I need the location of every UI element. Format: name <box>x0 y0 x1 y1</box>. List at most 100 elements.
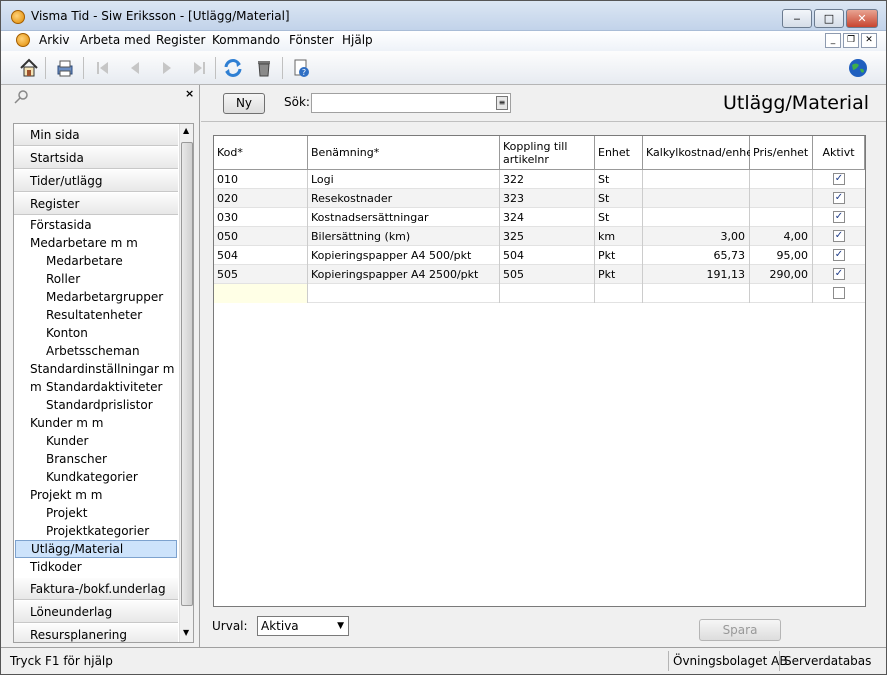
table-cell[interactable]: Bilersättning (km) <box>308 227 500 246</box>
home-icon[interactable] <box>17 56 41 80</box>
nav-item[interactable]: Kunder <box>14 432 178 450</box>
table-cell[interactable] <box>595 284 643 303</box>
panel-close-icon[interactable]: × <box>185 87 194 100</box>
search-input[interactable]: ≡ <box>311 93 511 113</box>
scroll-thumb[interactable] <box>181 142 193 606</box>
column-header[interactable]: Aktivt <box>813 136 865 170</box>
table-cell[interactable] <box>643 284 750 303</box>
help-doc-icon[interactable]: ? <box>289 56 313 80</box>
active-checkbox[interactable]: ✓ <box>833 211 845 223</box>
scroll-up-icon[interactable]: ▲ <box>183 126 189 135</box>
nav-item[interactable]: Konton <box>14 324 178 342</box>
table-cell[interactable]: 010 <box>214 170 308 189</box>
nav-item[interactable]: Min sida <box>14 124 178 146</box>
nav-item[interactable]: Medarbetare <box>14 252 178 270</box>
mdi-close-button[interactable]: ✕ <box>861 33 877 48</box>
nav-item[interactable]: Resultatenheter <box>14 306 178 324</box>
table-cell[interactable]: 322 <box>500 170 595 189</box>
active-checkbox[interactable]: ✓ <box>833 230 845 242</box>
menu-register[interactable]: Register <box>156 33 205 47</box>
nav-item[interactable]: Branscher <box>14 450 178 468</box>
minimize-button[interactable]: ‒ <box>782 9 812 28</box>
close-button[interactable]: ✕ <box>846 9 878 28</box>
table-cell[interactable] <box>750 189 813 208</box>
pin-icon[interactable] <box>13 89 29 108</box>
nav-item[interactable]: Förstasida <box>14 216 178 234</box>
nav-item[interactable]: Medarbetare m m <box>14 234 178 252</box>
active-checkbox[interactable]: ✓ <box>833 173 845 185</box>
nav-item[interactable]: Kunder m m <box>14 414 178 432</box>
active-checkbox[interactable]: ✓ <box>833 268 845 280</box>
last-icon[interactable] <box>187 56 211 80</box>
table-cell[interactable]: 191,13 <box>643 265 750 284</box>
table-cell[interactable]: 030 <box>214 208 308 227</box>
table-cell[interactable] <box>750 284 813 303</box>
table-cell[interactable]: 020 <box>214 189 308 208</box>
column-header[interactable]: Benämning* <box>308 136 500 170</box>
column-header[interactable]: Kod* <box>214 136 308 170</box>
next-icon[interactable] <box>155 56 179 80</box>
nav-item[interactable]: Startsida <box>14 147 178 169</box>
nav-item[interactable]: Löneunderlag <box>14 601 178 623</box>
prev-icon[interactable] <box>123 56 147 80</box>
table-cell[interactable]: Resekostnader <box>308 189 500 208</box>
table-cell[interactable] <box>643 189 750 208</box>
table-cell[interactable]: 3,00 <box>643 227 750 246</box>
table-cell[interactable]: 95,00 <box>750 246 813 265</box>
table-cell[interactable]: 505 <box>214 265 308 284</box>
delete-icon[interactable] <box>252 56 276 80</box>
menu-arbeta-med[interactable]: Arbeta med <box>80 33 151 47</box>
table-cell[interactable]: St <box>595 170 643 189</box>
table-cell[interactable]: Kopieringspapper A4 500/pkt <box>308 246 500 265</box>
mdi-minimize-button[interactable]: _ <box>825 33 841 48</box>
refresh-icon[interactable] <box>221 56 245 80</box>
table-cell[interactable]: St <box>595 189 643 208</box>
table-cell[interactable]: Logi <box>308 170 500 189</box>
nav-item[interactable]: Resursplanering <box>14 624 178 642</box>
column-header[interactable]: Enhet <box>595 136 643 170</box>
table-cell[interactable] <box>750 170 813 189</box>
nav-item[interactable]: Faktura-/bokf.underlag <box>14 578 178 600</box>
menu-hjalp[interactable]: Hjälp <box>342 33 373 47</box>
nav-item[interactable]: Arbetsscheman <box>14 342 178 360</box>
table-cell[interactable] <box>750 208 813 227</box>
table-cell[interactable] <box>308 284 500 303</box>
active-checkbox[interactable]: ✓ <box>833 249 845 261</box>
first-icon[interactable] <box>91 56 115 80</box>
nav-item[interactable]: Standardprislistor <box>14 396 178 414</box>
mdi-app-icon[interactable] <box>16 33 30 47</box>
table-cell[interactable]: St <box>595 208 643 227</box>
table-cell[interactable]: Kostnadsersättningar <box>308 208 500 227</box>
menu-kommando[interactable]: Kommando <box>212 33 280 47</box>
table-cell[interactable]: Pkt <box>595 246 643 265</box>
nav-item[interactable]: Projektkategorier <box>14 522 178 540</box>
table-cell[interactable] <box>500 284 595 303</box>
new-button[interactable]: Ny <box>223 93 265 114</box>
column-header[interactable]: Kalkylkostnad/enhet <box>643 136 757 170</box>
save-button[interactable]: Spara <box>699 619 781 641</box>
print-icon[interactable] <box>53 56 77 80</box>
table-cell[interactable]: 324 <box>500 208 595 227</box>
nav-item[interactable]: Tidkoder <box>14 558 178 576</box>
nav-item[interactable]: Utlägg/Material <box>15 540 177 558</box>
nav-scrollbar[interactable]: ▲ ▼ <box>179 124 193 642</box>
nav-item[interactable]: Standardinställningar m m <box>14 360 178 394</box>
table-cell[interactable]: 65,73 <box>643 246 750 265</box>
table-cell[interactable]: 290,00 <box>750 265 813 284</box>
nav-item[interactable]: Projekt <box>14 504 178 522</box>
column-header[interactable]: Koppling till artikelnr <box>500 136 595 170</box>
nav-item[interactable]: Register <box>14 193 178 215</box>
filter-select[interactable]: Aktiva ▼ <box>257 616 349 636</box>
nav-item[interactable]: Projekt m m <box>14 486 178 504</box>
table-cell[interactable]: km <box>595 227 643 246</box>
globe-icon[interactable] <box>846 56 870 80</box>
nav-item[interactable]: Medarbetargrupper <box>14 288 178 306</box>
table-cell[interactable] <box>643 170 750 189</box>
table-cell[interactable]: 323 <box>500 189 595 208</box>
menu-arkiv[interactable]: Arkiv <box>39 33 70 47</box>
search-options-icon[interactable]: ≡ <box>496 96 508 110</box>
table-cell[interactable]: 050 <box>214 227 308 246</box>
menu-fonster[interactable]: Fönster <box>289 33 334 47</box>
table-cell[interactable] <box>643 208 750 227</box>
maximize-button[interactable]: □ <box>814 9 844 28</box>
